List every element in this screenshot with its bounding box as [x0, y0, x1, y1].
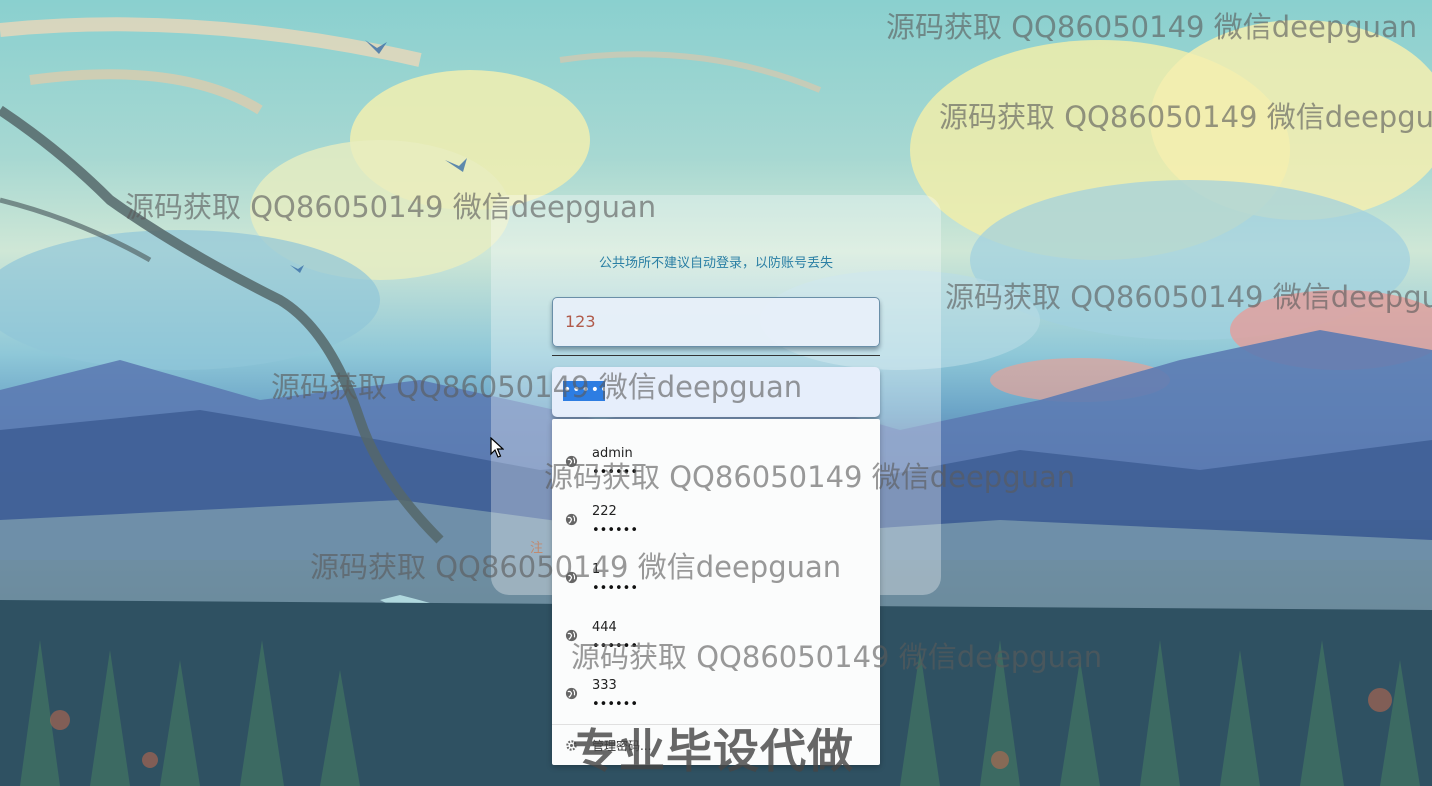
- username-input[interactable]: 123: [552, 297, 880, 347]
- field-divider: [552, 355, 880, 356]
- autofill-password: ••••••: [592, 697, 639, 712]
- watermark-text: 源码获取 QQ86050149 微信deepguan: [939, 100, 1432, 134]
- autofill-username: 444: [592, 620, 617, 635]
- watermark-text: 源码获取 QQ86050149 微信deepguan: [310, 550, 842, 584]
- autofill-username: 222: [592, 504, 617, 519]
- globe-icon: [565, 687, 578, 700]
- page-background: 公共场所不建议自动登录，以防账号丢失 123 •••••• 注 admin ••…: [0, 0, 1432, 786]
- watermark-text: 源码获取 QQ86050149 微信deepguan: [271, 370, 803, 404]
- mouse-cursor-icon: [490, 437, 504, 458]
- watermark-text: 源码获取 QQ86050149 微信deepguan: [886, 10, 1418, 44]
- watermark-text: 源码获取 QQ86050149 微信deepguan: [945, 280, 1432, 314]
- watermark-text: 源码获取 QQ86050149 微信deepguan: [571, 640, 1103, 674]
- globe-icon: [565, 513, 578, 526]
- promo-watermark: 专业毕设代做: [572, 724, 854, 778]
- autofill-username: 333: [592, 678, 617, 693]
- watermark-text: 源码获取 QQ86050149 微信deepguan: [125, 190, 657, 224]
- watermark-text: 源码获取 QQ86050149 微信deepguan: [544, 460, 1076, 494]
- autofill-password: ••••••: [592, 523, 639, 538]
- auto-login-notice: 公共场所不建议自动登录，以防账号丢失: [598, 256, 833, 271]
